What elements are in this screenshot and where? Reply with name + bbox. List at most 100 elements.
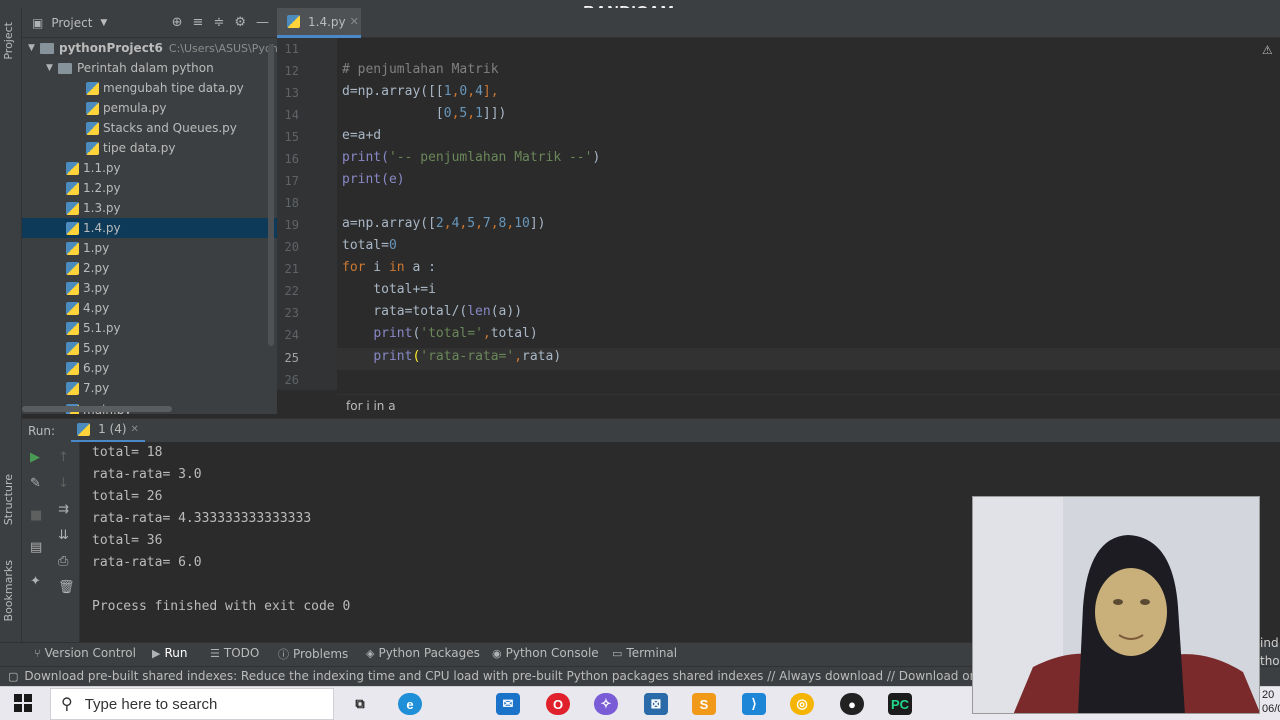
tab-python-packages[interactable]: ◈ Python Packages <box>366 646 480 660</box>
code-token: , <box>467 84 476 99</box>
layout-icon[interactable]: ▤ <box>30 540 42 555</box>
code-token: i <box>365 260 389 275</box>
tree-item-file[interactable]: 4.py <box>22 298 277 318</box>
close-icon[interactable]: ✕ <box>350 15 359 28</box>
line-number: 16 <box>284 152 299 166</box>
project-tool-window-label[interactable]: Project <box>2 22 15 60</box>
code-token: print <box>373 326 413 341</box>
vscode-icon[interactable]: ⟩ <box>742 693 766 715</box>
tree-item-file[interactable]: Stacks and Queues.py <box>22 118 277 138</box>
tree-item-file[interactable]: 6.py <box>22 358 277 378</box>
tab-python-console[interactable]: ◉ Python Console <box>492 646 599 660</box>
scroll-down-icon[interactable]: ↓ <box>58 476 69 491</box>
chrome-icon[interactable]: ◎ <box>790 693 814 715</box>
tree-item-file[interactable]: 1.2.py <box>22 178 277 198</box>
breadcrumb[interactable]: for i in a <box>337 394 1280 416</box>
tab-version-control[interactable]: ⑂ Version Control <box>34 646 136 660</box>
tree-item-root[interactable]: ▼ pythonProject6 C:\Users\ASUS\Pychar <box>22 38 277 58</box>
mail-icon[interactable]: ✉ <box>496 693 520 715</box>
tree-vertical-scrollbar[interactable] <box>268 44 274 346</box>
line-number: 18 <box>284 196 299 210</box>
code-token: for <box>342 260 366 275</box>
locate-icon[interactable]: ⊕ <box>172 15 183 30</box>
run-tab[interactable]: 1 (4) ✕ <box>71 419 145 443</box>
system-clock[interactable]: 20 06/07 <box>1262 688 1280 716</box>
rerun-icon[interactable]: ▶ <box>30 450 40 465</box>
copilot-icon[interactable]: ✧ <box>594 693 618 715</box>
stop-icon[interactable]: ■ <box>30 508 42 523</box>
expand-all-icon[interactable]: ≡ <box>193 15 204 30</box>
record-icon[interactable]: ● <box>840 693 864 715</box>
print-icon[interactable]: ⎙ <box>58 554 68 569</box>
pin-icon[interactable]: ✦ <box>30 574 41 589</box>
task-view-icon[interactable]: ⧉ <box>348 693 372 715</box>
chevron-down-icon[interactable]: ▼ <box>46 63 58 73</box>
structure-tool-window-label[interactable]: Structure <box>2 474 15 525</box>
code-token: 7 <box>482 216 491 231</box>
tree-item-file[interactable]: mengubah tipe data.py <box>22 78 277 98</box>
tree-item-file[interactable]: tipe data.py <box>22 138 277 158</box>
left-tool-strip: Project Structure Bookmarks <box>0 8 22 642</box>
console-output-line: rata-rata= 4.333333333333333 <box>92 511 312 526</box>
run-panel-label: Run: <box>28 423 56 438</box>
folder-icon <box>40 42 54 54</box>
code-token: 'total=' <box>420 326 483 341</box>
tree-item-file[interactable]: 2.py <box>22 258 277 278</box>
warning-icon[interactable]: ⚠ <box>1262 43 1273 57</box>
trash-icon[interactable]: 🗑 <box>58 580 75 595</box>
code-line-22: total+=i <box>342 282 436 297</box>
chevron-down-icon[interactable]: ▼ <box>28 43 40 53</box>
editor-tab-active[interactable]: 1.4.py ✕ <box>277 8 361 38</box>
tree-horizontal-scrollbar[interactable] <box>22 406 172 412</box>
chevron-down-icon[interactable]: ▼ <box>100 18 107 28</box>
code-token: total) <box>490 326 538 341</box>
python-file-icon <box>287 15 300 28</box>
sublime-icon[interactable]: S <box>692 693 716 715</box>
tree-item-label: tipe data.py <box>103 141 176 155</box>
webcam-overlay <box>972 496 1260 714</box>
tab-terminal[interactable]: ▭ Terminal <box>612 646 677 660</box>
scroll-to-end-icon[interactable]: ⇊ <box>58 528 69 543</box>
tree-item-file[interactable]: 5.1.py <box>22 318 277 338</box>
soft-wrap-icon[interactable]: ⇉ <box>58 502 69 517</box>
opera-icon[interactable]: O <box>546 693 570 715</box>
python-icon: ◉ <box>492 646 502 660</box>
tree-item-file[interactable]: 3.py <box>22 278 277 298</box>
tree-item-folder[interactable]: ▼ Perintah dalam python <box>22 58 277 78</box>
search-placeholder: Type here to search <box>84 695 218 713</box>
code-token: '-- penjumlahan Matrik --' <box>388 150 593 165</box>
notification-icon: ▢ <box>8 670 19 683</box>
run-panel-header: Run: 1 (4) ✕ <box>22 418 1280 443</box>
code-line-12: # penjumlahan Matrik <box>342 62 499 77</box>
edge-browser-icon[interactable]: e <box>398 693 422 715</box>
line-number: 11 <box>284 42 299 56</box>
tree-item-file[interactable]: 7.py <box>22 378 277 398</box>
app-icon[interactable]: ⊠ <box>644 693 668 715</box>
pycharm-icon[interactable]: PC <box>888 693 912 715</box>
taskbar-search-box[interactable]: ⚲ Type here to search <box>50 688 334 720</box>
tree-item-file[interactable]: 5.py <box>22 338 277 358</box>
gear-icon[interactable]: ⚙ <box>234 15 246 30</box>
code-token: 5 <box>467 216 476 231</box>
bookmarks-tool-window-label[interactable]: Bookmarks <box>2 560 15 621</box>
hide-panel-icon[interactable]: — <box>256 15 269 30</box>
tab-todo[interactable]: ☰ TODO <box>210 646 259 660</box>
scroll-up-icon[interactable]: ↑ <box>58 450 69 465</box>
wrench-icon[interactable]: ✎ <box>30 476 41 491</box>
code-token: [ <box>342 106 444 121</box>
tree-item-file[interactable]: 1.1.py <box>22 158 277 178</box>
code-token: total+=i <box>342 282 436 297</box>
tree-item-label: pemula.py <box>103 101 167 115</box>
tree-item-file[interactable]: 1.3.py <box>22 198 277 218</box>
windows-start-icon[interactable] <box>14 694 32 712</box>
project-panel-title[interactable]: Project <box>51 16 92 30</box>
tab-problems[interactable]: ⓘ Problems <box>278 646 348 662</box>
line-number: 12 <box>284 64 299 78</box>
tab-run[interactable]: ▶ Run <box>152 646 187 660</box>
tree-item-file[interactable]: 1.py <box>22 238 277 258</box>
close-icon[interactable]: ✕ <box>131 424 139 435</box>
collapse-all-icon[interactable]: ≑ <box>213 15 224 30</box>
tree-item-label: 1.py <box>83 241 110 255</box>
tree-item-file-selected[interactable]: 1.4.py <box>22 218 277 238</box>
tree-item-file[interactable]: pemula.py <box>22 98 277 118</box>
